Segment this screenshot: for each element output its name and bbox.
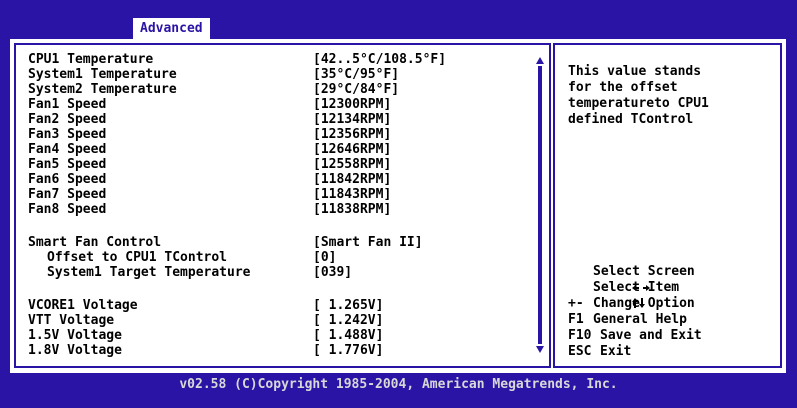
setting-value: [42..5°C/108.5°F] <box>313 52 447 67</box>
setting-label: Fan3 Speed <box>28 127 107 142</box>
key-legend-save-and-exit: F10 Save and Exit <box>568 328 702 344</box>
setting-row-vtt-voltage: VTT Voltage [ 1.242V] <box>28 313 383 328</box>
top-bar: Advanced <box>0 0 797 39</box>
setting-label: Fan1 Speed <box>28 97 107 112</box>
help-pane: This value stands for the offset tempera… <box>553 43 782 368</box>
setting-value: [12558RPM] <box>313 157 392 172</box>
setting-value: [11843RPM] <box>313 187 392 202</box>
copyright-footer: v02.58 (C)Copyright 1985-2004, American … <box>179 377 618 392</box>
setting-row-system1-temperature: System1 Temperature [35°C/95°F] <box>28 67 399 82</box>
setting-label: System1 Temperature <box>28 67 177 82</box>
setting-label: Fan4 Speed <box>28 142 107 157</box>
key-name: +- <box>568 296 584 311</box>
setting-row-fan3-speed: Fan3 Speed [12356RPM] <box>28 127 391 142</box>
setting-value[interactable]: [039] <box>313 265 352 280</box>
setting-row-system1-target-temperature[interactable]: System1 Target Temperature [039] <box>28 265 352 280</box>
setting-label: Offset to CPU1 TControl <box>47 250 228 265</box>
settings-pane: CPU1 Temperature [42..5°C/108.5°F] Syste… <box>14 43 551 368</box>
setting-row-fan1-speed: Fan1 Speed [12300RPM] <box>28 97 391 112</box>
setting-label: CPU1 Temperature <box>28 52 154 67</box>
setting-value: [29°C/84°F] <box>313 82 400 97</box>
setting-value: [12134RPM] <box>313 112 392 127</box>
key-legend-general-help: F1 General Help <box>568 312 687 328</box>
key-description: Change Option <box>593 296 695 311</box>
setting-label: Fan7 Speed <box>28 187 107 202</box>
tab-advanced[interactable]: Advanced <box>133 18 210 39</box>
setting-value: [11842RPM] <box>313 172 392 187</box>
setting-value: [ 1.488V] <box>313 328 384 343</box>
setting-label: 1.8V Voltage <box>28 343 122 358</box>
setting-label: System1 Target Temperature <box>47 265 251 280</box>
key-legend-select-screen: Select Screen <box>568 264 695 291</box>
setting-row-vcore1-voltage: VCORE1 Voltage [ 1.265V] <box>28 298 383 313</box>
setting-row-fan5-speed: Fan5 Speed [12558RPM] <box>28 157 391 172</box>
setting-row-fan2-speed: Fan2 Speed [12134RPM] <box>28 112 391 127</box>
setting-label: VCORE1 Voltage <box>28 298 138 313</box>
key-legend-exit: ESC Exit <box>568 344 631 360</box>
key-description: Exit <box>600 344 632 359</box>
setting-value: [11838RPM] <box>313 202 392 217</box>
setting-value: [12646RPM] <box>313 142 392 157</box>
main-frame: CPU1 Temperature [42..5°C/108.5°F] Syste… <box>10 39 786 373</box>
setting-label: Fan5 Speed <box>28 157 107 172</box>
setting-row-system2-temperature: System2 Temperature [29°C/84°F] <box>28 82 399 97</box>
setting-label: Fan8 Speed <box>28 202 107 217</box>
setting-row-fan7-speed: Fan7 Speed [11843RPM] <box>28 187 391 202</box>
setting-label: Fan6 Speed <box>28 172 107 187</box>
setting-label: System2 Temperature <box>28 82 177 97</box>
setting-row-cpu1-temperature: CPU1 Temperature [42..5°C/108.5°F] <box>28 52 446 67</box>
key-description: Select Screen <box>593 264 695 279</box>
scroll-up-arrow-icon[interactable] <box>536 57 544 64</box>
setting-value: [12356RPM] <box>313 127 392 142</box>
setting-value[interactable]: [Smart Fan II] <box>313 235 423 250</box>
setting-row-1-5v-voltage: 1.5V Voltage [ 1.488V] <box>28 328 383 343</box>
setting-value: [ 1.265V] <box>313 298 384 313</box>
setting-row-smart-fan-control[interactable]: Smart Fan Control [Smart Fan II] <box>28 235 423 250</box>
setting-value: [35°C/95°F] <box>313 67 400 82</box>
setting-label: Fan2 Speed <box>28 112 107 127</box>
help-text-line: temperatureto CPU1 <box>568 96 709 111</box>
scroll-down-arrow-icon[interactable] <box>536 346 544 353</box>
setting-row-fan6-speed: Fan6 Speed [11842RPM] <box>28 172 391 187</box>
setting-row-offset-to-cpu1-tcontrol[interactable]: Offset to CPU1 TControl [0] <box>28 250 336 265</box>
help-text-line: This value stands <box>568 64 702 79</box>
scroll-thumb[interactable] <box>538 66 542 344</box>
setting-value: [12300RPM] <box>313 97 392 112</box>
scrollbar[interactable] <box>534 57 546 354</box>
help-text-line: defined TControl <box>568 112 694 127</box>
key-name: F10 <box>568 328 592 343</box>
key-legend-change-option: +- Change Option <box>568 296 695 312</box>
key-legend-select-item: Select Item <box>568 280 679 308</box>
help-text-line: for the offset <box>568 80 678 95</box>
setting-label: 1.5V Voltage <box>28 328 122 343</box>
key-name: F1 <box>568 312 584 327</box>
setting-value[interactable]: [0] <box>313 250 336 265</box>
setting-value: [ 1.242V] <box>313 313 384 328</box>
key-name: ESC <box>568 344 592 359</box>
setting-label: VTT Voltage <box>28 313 115 328</box>
setting-label: Smart Fan Control <box>28 235 162 250</box>
key-description: Select Item <box>593 280 680 295</box>
key-description: General Help <box>593 312 687 327</box>
setting-row-fan4-speed: Fan4 Speed [12646RPM] <box>28 142 391 157</box>
key-description: Save and Exit <box>600 328 702 343</box>
setting-row-fan8-speed: Fan8 Speed [11838RPM] <box>28 202 391 217</box>
setting-value: [ 1.776V] <box>313 343 384 358</box>
setting-row-1-8v-voltage: 1.8V Voltage [ 1.776V] <box>28 343 383 358</box>
